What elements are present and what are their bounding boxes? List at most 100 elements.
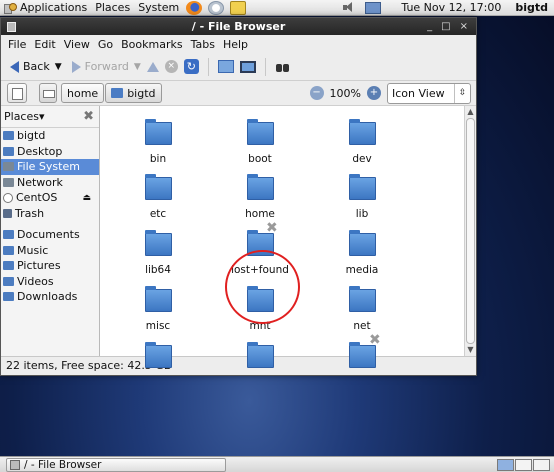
folder-icon xyxy=(3,292,14,302)
workspace-3[interactable] xyxy=(533,458,550,471)
back-arrow-icon xyxy=(10,60,19,73)
zoom-in-icon[interactable]: + xyxy=(367,86,381,100)
menu-help[interactable]: Help xyxy=(219,38,252,51)
home-button[interactable] xyxy=(215,56,237,78)
maximize-button[interactable]: □ xyxy=(441,21,450,32)
toolbar-separator xyxy=(207,57,209,76)
file-item[interactable] xyxy=(312,342,412,368)
file-item[interactable]: media xyxy=(312,230,412,276)
stop-icon: × xyxy=(164,60,178,73)
back-label: Back xyxy=(23,60,50,73)
close-button[interactable]: × xyxy=(460,21,468,32)
disc-icon xyxy=(3,192,13,203)
close-sidebar-icon[interactable]: ✖ xyxy=(83,109,94,124)
applications-menu[interactable]: Applications xyxy=(16,0,91,16)
up-button[interactable] xyxy=(144,56,162,78)
menu-file[interactable]: File xyxy=(4,38,30,51)
menu-bookmarks[interactable]: Bookmarks xyxy=(117,38,186,51)
sidebar-item-desktop[interactable]: Desktop xyxy=(1,144,99,160)
home-folder-icon xyxy=(111,88,124,98)
sidebar-item-pictures[interactable]: Pictures xyxy=(1,258,99,274)
workspace-2[interactable] xyxy=(515,458,532,471)
breadcrumb-bigtd[interactable]: bigtd xyxy=(105,83,162,103)
window-icon xyxy=(10,459,20,470)
toggle-location-entry-button[interactable] xyxy=(7,83,27,103)
file-item[interactable]: misc xyxy=(108,286,208,332)
file-item[interactable]: boot xyxy=(210,119,310,165)
breadcrumb-home[interactable]: home xyxy=(61,83,105,103)
home-folder-icon xyxy=(217,60,234,73)
sidebar: Places ▾ ✖ bigtd Desktop File System Netw… xyxy=(1,106,100,356)
folder-icon xyxy=(144,230,172,256)
taskbar-window-button[interactable]: / - File Browser xyxy=(6,457,226,472)
folder-icon xyxy=(144,119,172,145)
file-item[interactable]: lib xyxy=(312,174,412,220)
file-item[interactable]: lib64 xyxy=(108,230,208,276)
clock[interactable]: Tue Nov 12, 17:00 xyxy=(401,1,501,14)
sidebar-item-bigtd[interactable]: bigtd xyxy=(1,128,99,144)
folder-icon xyxy=(144,286,172,312)
home-folder-icon xyxy=(3,131,14,141)
sidebar-item-music[interactable]: Music xyxy=(1,243,99,259)
chevron-down-icon[interactable]: ▼ xyxy=(55,62,62,72)
menu-edit[interactable]: Edit xyxy=(30,38,59,51)
window-title: / - File Browser xyxy=(191,20,286,33)
title-bar[interactable]: / - File Browser _ □ × xyxy=(1,18,476,35)
top-panel: Applications Places System Tue Nov 12, 1… xyxy=(0,0,554,16)
zoom-level: 100% xyxy=(329,86,361,100)
back-button[interactable]: Back ▼ xyxy=(7,56,65,78)
network-icon[interactable] xyxy=(365,1,382,14)
menu-go[interactable]: Go xyxy=(94,38,117,51)
file-area[interactable]: bin boot dev etc home lib lib64 lost+fou… xyxy=(100,106,476,368)
folder-icon xyxy=(348,174,376,200)
path-root-button[interactable] xyxy=(39,83,57,103)
menu-view[interactable]: View xyxy=(60,38,94,51)
file-item[interactable] xyxy=(210,342,310,368)
eject-icon[interactable]: ⏏ xyxy=(82,193,91,203)
folder-icon xyxy=(3,276,14,286)
scroll-down-icon[interactable]: ▼ xyxy=(465,344,476,356)
computer-button[interactable] xyxy=(237,56,259,78)
volume-icon[interactable] xyxy=(343,2,355,13)
minimize-button[interactable]: _ xyxy=(427,21,432,32)
stop-button[interactable]: × xyxy=(162,56,181,78)
system-menu[interactable]: System xyxy=(134,0,183,16)
file-item[interactable]: home xyxy=(210,174,310,220)
file-item[interactable]: etc xyxy=(108,174,208,220)
user-menu[interactable]: bigtd xyxy=(515,1,548,14)
chevron-down-icon[interactable]: ▼ xyxy=(134,62,141,72)
zoom-out-icon[interactable]: − xyxy=(309,86,324,100)
notes-icon[interactable] xyxy=(230,0,247,15)
menu-tabs[interactable]: Tabs xyxy=(187,38,219,51)
file-browser-window: / - File Browser _ □ × File Edit View Go… xyxy=(0,17,477,376)
sidebar-item-trash[interactable]: Trash xyxy=(1,206,99,222)
location-bar: home bigtd − 100% + Icon View ⇳ xyxy=(1,81,476,106)
file-item[interactable]: dev xyxy=(312,119,412,165)
sidebar-item-network[interactable]: Network xyxy=(1,175,99,191)
sidebar-item-documents[interactable]: Documents xyxy=(1,227,99,243)
up-arrow-icon xyxy=(146,61,159,72)
file-item[interactable]: net xyxy=(312,286,412,332)
sidebar-item-centos[interactable]: CentOS ⏏ xyxy=(1,190,99,206)
view-mode-select[interactable]: Icon View ⇳ xyxy=(387,82,471,104)
scroll-up-icon[interactable]: ▲ xyxy=(465,106,476,118)
reload-button[interactable]: ↻ xyxy=(181,56,202,78)
sidebar-item-file-system[interactable]: File System xyxy=(1,159,99,175)
forward-button[interactable]: Forward ▼ xyxy=(69,56,144,78)
vertical-scrollbar[interactable]: ▲ ▼ xyxy=(464,106,476,356)
applications-icon xyxy=(3,2,17,14)
sidebar-header[interactable]: Places ▾ ✖ xyxy=(1,106,99,128)
search-button[interactable] xyxy=(272,56,294,78)
file-item[interactable]: bin xyxy=(108,119,208,165)
workspace-switcher xyxy=(496,458,550,471)
firefox-icon[interactable] xyxy=(186,0,203,15)
workspace-1[interactable] xyxy=(497,458,514,471)
forward-label: Forward xyxy=(84,60,129,73)
sidebar-item-downloads[interactable]: Downloads xyxy=(1,289,99,305)
mail-icon[interactable] xyxy=(208,0,225,15)
file-item[interactable] xyxy=(108,342,208,368)
places-menu[interactable]: Places xyxy=(91,0,134,16)
sidebar-item-videos[interactable]: Videos xyxy=(1,274,99,290)
scrollbar-thumb[interactable] xyxy=(466,118,475,344)
computer-icon xyxy=(239,60,256,73)
